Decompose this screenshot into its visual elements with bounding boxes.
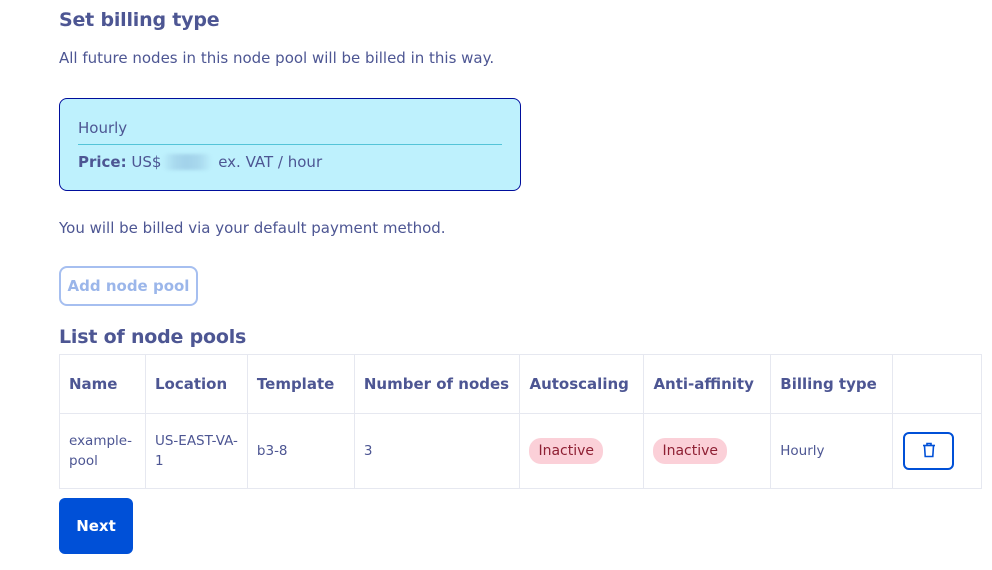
add-node-pool-button[interactable]: Add node pool [59,266,198,306]
cell-autoscaling: Inactive [519,413,645,489]
cell-template: b3-8 [246,413,355,489]
table-row: example-pool US-EAST-VA-1 b3-8 3 Inactiv… [59,413,982,489]
column-header-location: Location [144,354,248,414]
billing-option-hourly[interactable]: Hourly Price: US$ ex. VAT / hour [59,98,521,191]
cell-name: example-pool [59,413,146,489]
column-header-billing-type: Billing type [770,354,894,414]
column-header-anti-affinity: Anti-affinity [643,354,772,414]
cell-billing-type: Hourly [770,413,894,489]
column-header-actions [892,354,982,414]
anti-affinity-status-badge: Inactive [653,438,727,464]
billing-option-label: Hourly [78,119,128,137]
billing-price: Price: US$ ex. VAT / hour [78,153,322,171]
price-label: Price: [78,153,127,171]
trash-icon [922,442,936,461]
cell-actions [892,413,982,489]
billing-type-description: All future nodes in this node pool will … [59,49,495,67]
column-header-autoscaling: Autoscaling [519,354,645,414]
price-currency: US$ [131,153,162,171]
price-suffix: ex. VAT / hour [218,153,323,171]
table-header-row: Name Location Template Number of nodes A… [59,354,982,414]
delete-node-pool-button[interactable] [903,432,955,470]
next-button[interactable]: Next [59,498,133,554]
price-redacted [162,154,213,170]
autoscaling-status-badge: Inactive [529,438,604,464]
cell-location: US-EAST-VA-1 [144,413,248,489]
node-pools-table: Name Location Template Number of nodes A… [59,354,982,489]
column-header-template: Template [246,354,355,414]
billing-card-divider [78,144,502,145]
cell-anti-affinity: Inactive [643,413,772,489]
payment-method-note: You will be billed via your default paym… [59,219,446,237]
column-header-number-of-nodes: Number of nodes [353,354,521,414]
node-pools-heading: List of node pools [59,326,247,348]
cell-number-of-nodes: 3 [353,413,521,489]
billing-type-heading: Set billing type [59,9,220,31]
column-header-name: Name [59,354,146,414]
